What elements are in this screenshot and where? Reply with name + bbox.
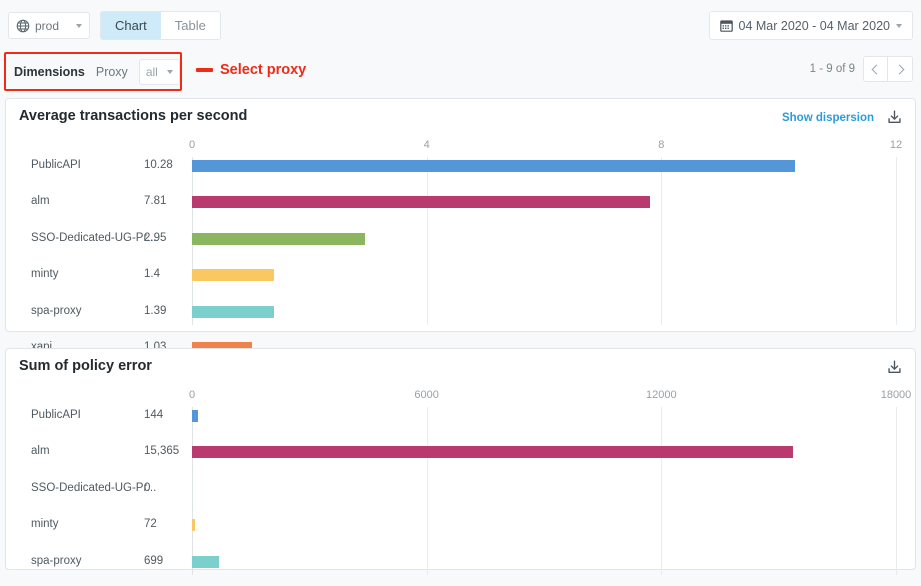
annotation-label: Select proxy [220,62,306,78]
download-icon[interactable] [886,109,903,126]
x-axis-ticks: 0 6000 12000 18000 [6,387,917,407]
bar-value-label: 72 [144,518,157,530]
annotation-select-proxy: Select proxy [196,62,306,78]
bar-value-label: 144 [144,409,163,421]
dimensions-label: Dimensions [14,65,85,79]
tab-chart[interactable]: Chart [101,12,161,39]
bar-value-label: 699 [144,555,163,567]
x-axis-ticks: 0 4 8 12 [6,137,917,157]
dimensions-row: Dimensions Proxy all Select proxy 1 - 9 … [0,50,921,94]
calendar-icon [720,19,733,32]
card-title: Average transactions per second [19,108,247,124]
card-actions [886,359,903,376]
bar-row[interactable]: alm 7.81 [6,193,917,211]
pagination: 1 - 9 of 9 [810,56,913,82]
chevron-down-icon [76,24,82,28]
top-toolbar: prod Chart Table 04 Mar 2020 - 04 [0,0,921,50]
bar-category-label: PublicAPI [31,409,81,421]
bar-category-label: spa-proxy [31,555,82,567]
x-axis-tick-label: 0 [189,389,195,401]
bar-row[interactable]: minty 72 [6,516,917,534]
bar-category-label: alm [31,195,50,207]
x-axis-tick-label: 4 [424,139,430,151]
bar-row[interactable]: PublicAPI 10.28 [6,157,917,175]
plot-area: PublicAPI 144 alm 15,365 SSO-Dedicated-UG-Pr… [6,407,917,575]
bar-value-label: 1.4 [144,268,160,280]
bar-row[interactable]: alm 15,365 [6,443,917,461]
bar-category-label: minty [31,518,58,530]
bar-row[interactable]: PublicAPI 144 [6,407,917,425]
bar-category-label: SSO-Dedicated-UG-Pr... [31,482,156,494]
bar-chart-plot: 0 4 8 12 PublicAPI 10.28 alm 7.81 SSO-Dedicated-… [6,137,917,325]
plot-area: PublicAPI 10.28 alm 7.81 SSO-Dedicated-UG-Pr… [6,157,917,325]
bar[interactable] [192,306,274,318]
x-axis-tick-label: 12000 [646,389,677,401]
bar-row[interactable]: SSO-Dedicated-UG-Pr...0 [6,480,917,498]
x-axis-tick-label: 6000 [414,389,438,401]
pagination-next-button[interactable] [888,56,913,82]
bar-row[interactable]: spa-proxy 1.39 [6,303,917,321]
proxy-select[interactable]: all [139,59,180,85]
chevron-down-icon [167,70,173,74]
bar-category-label: SSO-Dedicated-UG-Pr... [31,232,156,244]
bar-row[interactable]: minty 1.4 [6,266,917,284]
dimensions-filter-highlight: Dimensions Proxy all [4,52,182,91]
bar[interactable] [192,556,219,568]
show-dispersion-link[interactable]: Show dispersion [782,112,874,124]
x-axis-tick-label: 8 [658,139,664,151]
app-root: prod Chart Table 04 Mar 2020 - 04 [0,0,921,586]
pagination-buttons [863,56,913,82]
chevron-down-icon [896,24,902,28]
chevron-left-icon [872,64,882,74]
bar[interactable] [192,196,650,208]
chevron-right-icon [894,64,904,74]
bar-category-label: spa-proxy [31,305,82,317]
bar[interactable] [192,410,198,422]
bar-category-label: alm [31,445,50,457]
bar-value-label: 1.39 [144,305,166,317]
bar-category-label: PublicAPI [31,159,81,171]
bar-value-label: 2.95 [144,232,166,244]
bar[interactable] [192,160,795,172]
pagination-prev-button[interactable] [863,56,888,82]
chart-card-average-transactions: Average transactions per second Show dis… [5,98,916,332]
environment-value: prod [35,19,59,33]
bar-row[interactable]: spa-proxy 699 [6,553,917,571]
bar-value-label: 0 [144,482,150,494]
bar-row[interactable]: SSO-Dedicated-UG-Pr...2.95 [6,230,917,248]
x-axis-tick-label: 18000 [881,389,912,401]
bar-chart-plot: 0 6000 12000 18000 PublicAPI 144 alm 15,365 SSO-… [6,387,917,575]
globe-icon [16,19,30,33]
bar[interactable] [192,446,793,458]
card-title: Sum of policy error [19,358,152,374]
proxy-select-value: all [146,65,158,79]
bar-value-label: 7.81 [144,195,166,207]
bar-value-label: 10.28 [144,159,173,171]
annotation-dash-icon [196,68,213,72]
environment-selector[interactable]: prod [8,12,90,39]
pagination-range: 1 - 9 of 9 [810,63,855,75]
view-tabs: Chart Table [100,11,221,40]
bar[interactable] [192,519,195,531]
bar[interactable] [192,233,365,245]
bar-value-label: 15,365 [144,445,179,457]
date-range-value: 04 Mar 2020 - 04 Mar 2020 [739,19,890,33]
bar[interactable] [192,269,274,281]
chart-card-sum-policy-error: Sum of policy error 0 6000 12000 18000 Publi… [5,348,916,570]
dimension-field-name: Proxy [96,65,128,79]
download-icon[interactable] [886,359,903,376]
bar-category-label: minty [31,268,58,280]
x-axis-tick-label: 12 [890,139,902,151]
date-range-picker[interactable]: 04 Mar 2020 - 04 Mar 2020 [709,11,913,40]
x-axis-tick-label: 0 [189,139,195,151]
tab-table[interactable]: Table [161,12,220,39]
card-actions: Show dispersion [782,109,903,126]
